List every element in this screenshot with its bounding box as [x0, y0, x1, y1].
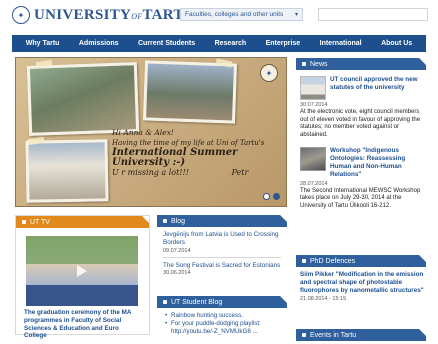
- news-item[interactable]: UT council approved the new statutes of …: [296, 76, 426, 100]
- hero-dot-2[interactable]: [273, 193, 280, 200]
- student-blog-item[interactable]: Rainbow hunting success.: [165, 312, 281, 320]
- logo-wordmark: UNIVERSITYOFTARTU: [34, 6, 195, 23]
- news-description: At the electronic vote, eight council me…: [300, 109, 421, 138]
- nav-why-tartu[interactable]: Why Tartu: [26, 40, 60, 47]
- blog-header: Blog: [157, 215, 287, 227]
- news-title[interactable]: UT council approved the new statutes of …: [330, 76, 426, 100]
- news-heading: News: [310, 60, 328, 68]
- faculties-dropdown[interactable]: Faculties, colleges and other units ▾: [180, 8, 303, 21]
- pin-icon: [163, 219, 167, 223]
- events-header[interactable]: Events in Tartu: [296, 329, 426, 341]
- blog-date: 30.06.2014: [163, 270, 191, 277]
- hero-handwriting: Hi Anna & Alex! Having the time of my li…: [112, 128, 265, 177]
- ut-tv-video-thumbnail[interactable]: [26, 236, 138, 306]
- hero-photo-street: [142, 60, 238, 124]
- ut-tv-caption[interactable]: The graduation ceremony of the MA progra…: [16, 306, 149, 343]
- blog-section: Blog Jevgēnijs from Latvia is Used to Cr…: [157, 215, 287, 289]
- stamp-icon: ✦: [260, 64, 278, 82]
- search-input[interactable]: [318, 8, 428, 21]
- news-item[interactable]: Workshop "Indigenous Ontologies: Reasses…: [296, 147, 426, 178]
- ut-tv-section: UT TV The graduation ceremony of the MA …: [15, 215, 150, 339]
- phd-defences-section: PhD Defences Siim Pikker "Modification i…: [296, 255, 426, 325]
- pin-icon: [302, 259, 306, 263]
- blog-item[interactable]: Jevgēnijs from Latvia is Used to Crossin…: [157, 227, 287, 254]
- nav-enterprise[interactable]: Enterprise: [266, 40, 301, 47]
- news-thumbnail[interactable]: [300, 76, 326, 100]
- play-icon[interactable]: [77, 265, 87, 277]
- pin-icon: [302, 333, 306, 337]
- news-thumbnail[interactable]: [300, 147, 326, 172]
- news-section: News UT council approved the new statute…: [296, 58, 426, 276]
- student-blog-list: Rainbow hunting success. For your puddle…: [157, 308, 287, 335]
- nav-research[interactable]: Research: [215, 40, 247, 47]
- student-blog-item[interactable]: For your puddle-dodging playlist: http:/…: [165, 320, 281, 336]
- hero-dot-1[interactable]: [263, 193, 270, 200]
- pin-icon: [302, 62, 306, 66]
- phd-heading: PhD Defences: [310, 257, 356, 265]
- main-nav: Why Tartu Admissions Current Students Re…: [12, 35, 426, 52]
- blog-title[interactable]: Jevgēnijs from Latvia is Used to Crossin…: [163, 231, 281, 247]
- student-blog-header: UT Student Blog: [157, 296, 287, 308]
- hero-photo-building: [25, 139, 109, 203]
- nav-current-students[interactable]: Current Students: [138, 40, 195, 47]
- blog-item[interactable]: The Song Festival is Sacred for Estonian…: [157, 258, 287, 277]
- events-section: Events in Tartu: [296, 329, 426, 344]
- pin-icon: [163, 300, 167, 304]
- nav-admissions[interactable]: Admissions: [79, 40, 119, 47]
- hero-photo-group: [26, 62, 140, 136]
- blog-title[interactable]: The Song Festival is Sacred for Estonian…: [163, 262, 281, 270]
- ut-tv-header: UT TV: [16, 216, 149, 228]
- news-header: News: [296, 58, 426, 70]
- hero-pager: [263, 193, 280, 200]
- news-description: The Second International MEWSC Workshop …: [300, 187, 421, 209]
- blog-date: 09.07.2014: [163, 247, 191, 254]
- events-heading: Events in Tartu: [310, 331, 357, 339]
- news-title[interactable]: Workshop "Indigenous Ontologies: Reasses…: [330, 147, 426, 178]
- blog-heading: Blog: [171, 217, 186, 225]
- phd-title[interactable]: Siim Pikker "Modification in the emissio…: [296, 271, 426, 294]
- phd-date: 21.08.2014 - 15:15: [300, 296, 347, 303]
- chevron-down-icon: ▾: [294, 12, 298, 18]
- nav-about-us[interactable]: About Us: [381, 40, 412, 47]
- news-date: 28.07.2014: [300, 180, 328, 187]
- site-header: ✦ UNIVERSITYOFTARTU Faculties, colleges …: [0, 0, 438, 34]
- student-blog-heading: UT Student Blog: [171, 298, 223, 306]
- hero-banner[interactable]: ✦ Hi Anna & Alex! Having the time of my …: [15, 57, 287, 207]
- nav-international[interactable]: International: [320, 40, 362, 47]
- ut-tv-heading: UT TV: [30, 218, 50, 226]
- faculties-label: Faculties, colleges and other units: [185, 11, 284, 18]
- student-blog-section: UT Student Blog Rainbow hunting success.…: [157, 296, 287, 344]
- news-date: 30.07.2014: [300, 102, 328, 108]
- pin-icon: [22, 220, 26, 224]
- phd-header: PhD Defences: [296, 255, 426, 267]
- university-logo[interactable]: ✦ UNIVERSITYOFTARTU: [12, 6, 195, 24]
- seal-icon: ✦: [12, 6, 30, 24]
